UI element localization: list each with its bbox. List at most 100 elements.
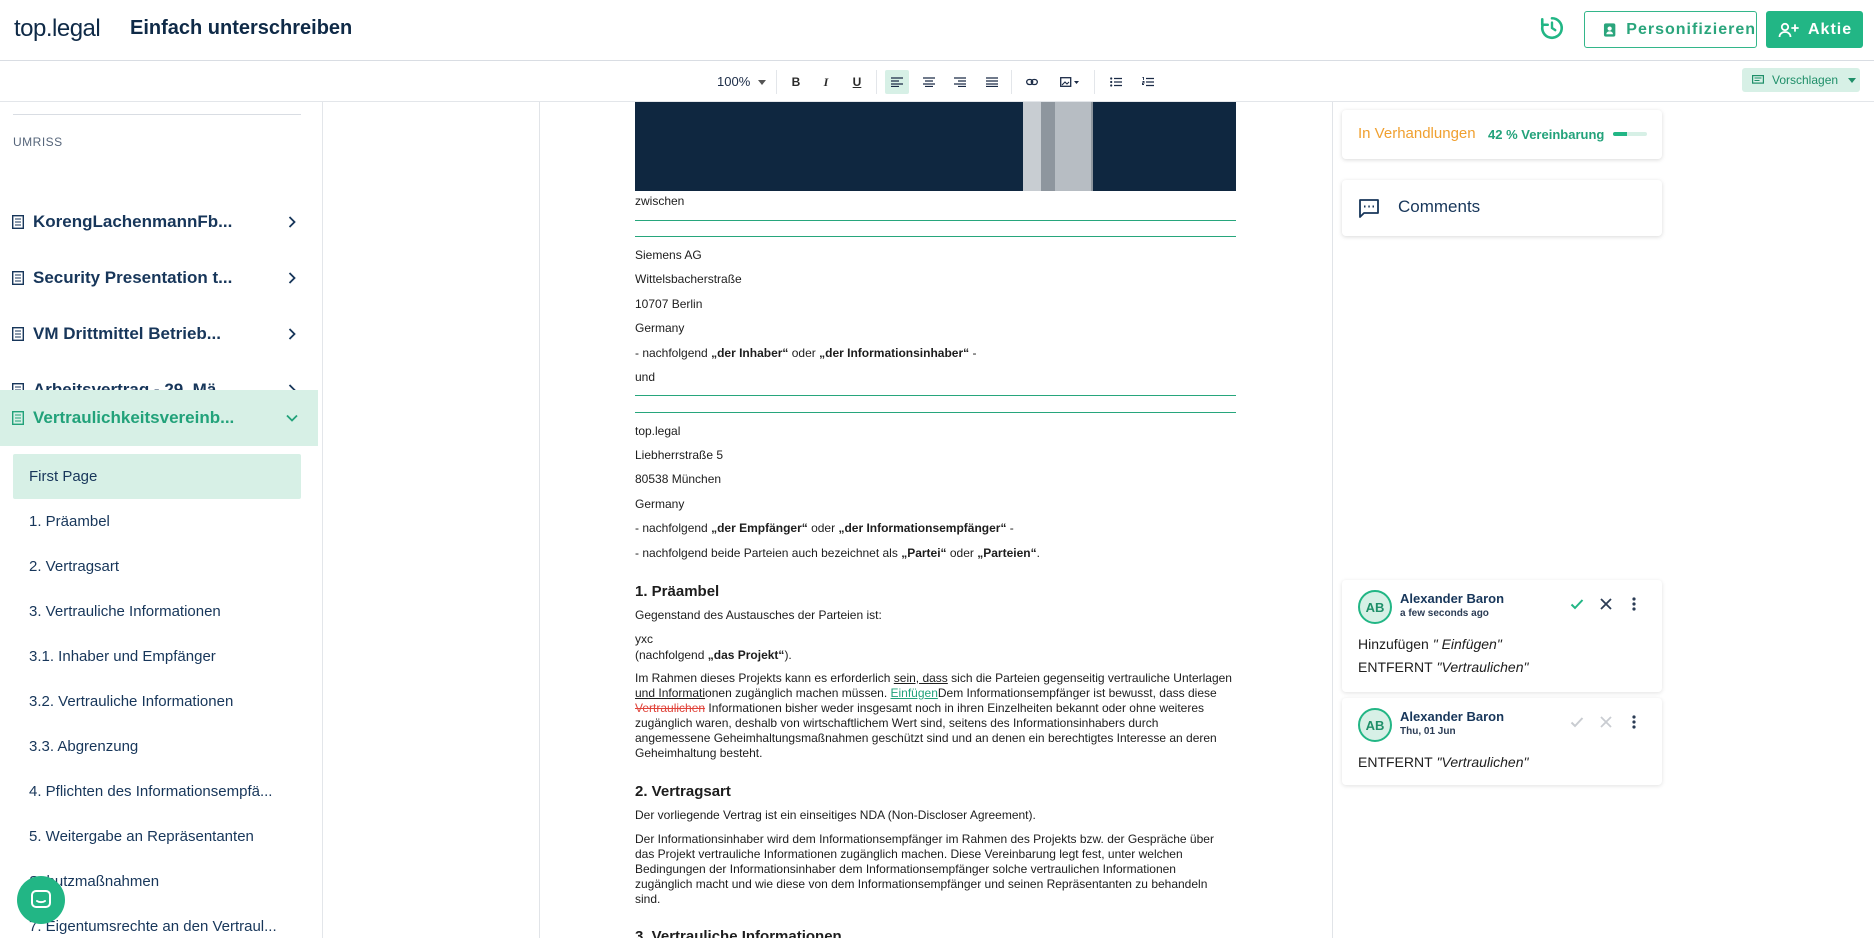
doc-text: yxc: [635, 632, 653, 646]
cover-image-detail: [1055, 102, 1091, 191]
deleted-text[interactable]: Vertraulichen: [635, 701, 705, 715]
align-justify-icon[interactable]: [980, 70, 1004, 94]
contract-type-paragraph[interactable]: Der Informationsinhaber wird dem Informa…: [635, 832, 1236, 907]
reject-close-icon[interactable]: [1598, 714, 1614, 730]
numbered-list-icon[interactable]: [1136, 70, 1160, 94]
add-user-icon: [1778, 22, 1799, 37]
comment-change-line: ENTFERNT "Vertraulichen": [1358, 754, 1529, 770]
underline-icon[interactable]: U: [845, 70, 869, 94]
party1-name[interactable]: Siemens AG: [635, 248, 702, 262]
chat-launcher-button[interactable]: [17, 876, 65, 924]
comment-card[interactable]: AB Alexander Baron Thu, 01 Jun ENTFERNT …: [1342, 698, 1662, 785]
party1-role: - nachfolgend „der Inhaber“ oder „der In…: [635, 346, 977, 360]
toolbar-divider: [1094, 70, 1095, 94]
agreement-progress-fill: [1613, 132, 1628, 136]
toolbar-divider: [876, 70, 877, 94]
comment-edit-icon: [1752, 75, 1764, 84]
preamble-paragraph[interactable]: Im Rahmen dieses Projekts kann es erford…: [635, 671, 1236, 761]
outline-sidebar: UMRISS KorengLachenmannFb... Security Pr…: [0, 102, 323, 938]
bold-icon[interactable]: B: [784, 70, 808, 94]
document-icon: [12, 215, 24, 229]
party1-country[interactable]: Germany: [635, 321, 684, 335]
align-center-icon[interactable]: [917, 70, 941, 94]
avatar: AB: [1358, 708, 1392, 742]
outline-section-item[interactable]: 3.3. Abgrenzung: [13, 724, 301, 769]
document-page: zwischen Siemens AG Wittelsbacherstraße …: [539, 102, 1333, 938]
outline-section-item[interactable]: 3. Vertrauliche Informationen: [13, 589, 301, 634]
outline-section-item[interactable]: 3.1. Inhaber und Empfänger: [13, 634, 301, 679]
party1-city[interactable]: 10707 Berlin: [635, 297, 702, 311]
outline-section-item-active[interactable]: First Page: [13, 454, 301, 499]
top-bar: top.legal Einfach unterschreiben Personi…: [0, 0, 1874, 61]
outline-section-item[interactable]: 1. Präambel: [13, 499, 301, 544]
editor-toolbar: 100% B I U Vorschlagen: [0, 61, 1874, 102]
divider: [13, 114, 301, 115]
section-heading: 1. Präambel: [635, 583, 720, 600]
separator-line: [635, 395, 1236, 396]
align-left-icon[interactable]: [885, 70, 909, 94]
align-right-icon[interactable]: [948, 70, 972, 94]
comment-author: Alexander Baron: [1400, 591, 1505, 606]
accept-check-icon[interactable]: [1569, 596, 1585, 612]
image-insert-icon[interactable]: [1054, 70, 1086, 94]
doc-text: Der vorliegende Vertrag ist ein einseiti…: [635, 808, 1036, 822]
reject-close-icon[interactable]: [1598, 596, 1614, 612]
outline-document-label: KorengLachenmannFb...: [33, 212, 233, 231]
chevron-right-icon: [288, 328, 296, 340]
accept-check-icon[interactable]: [1569, 714, 1585, 730]
parties-definition: - nachfolgend beide Parteien auch bezeic…: [635, 546, 1040, 560]
action-label: Aktie: [1808, 20, 1853, 38]
comment-author: Alexander Baron: [1400, 709, 1505, 724]
comment-card[interactable]: AB Alexander Baron a few seconds ago Hin…: [1342, 580, 1662, 692]
party2-city[interactable]: 80538 München: [635, 472, 721, 486]
suggest-mode-label: Vorschlagen: [1772, 73, 1839, 87]
doc-text: und: [635, 370, 656, 384]
outline-document-label: Vertraulichkeitsvereinb...: [33, 408, 235, 427]
comments-panel-header[interactable]: Comments: [1342, 180, 1662, 236]
avatar: AB: [1358, 590, 1392, 624]
party2-country[interactable]: Germany: [635, 497, 684, 511]
history-icon[interactable]: [1539, 15, 1565, 41]
action-button[interactable]: Aktie: [1766, 11, 1863, 48]
chevron-down-icon: [758, 80, 767, 86]
more-options-icon[interactable]: [1626, 596, 1642, 612]
outline-document-label: Security Presentation t...: [33, 268, 233, 287]
outline-section-item[interactable]: 4. Pflichten des Informationsempfä...: [13, 769, 301, 814]
chevron-down-icon: [286, 414, 298, 422]
comment-change-line: ENTFERNT "Vertraulichen": [1358, 659, 1529, 675]
toolbar-divider: [776, 70, 777, 94]
doc-text: zwischen: [635, 194, 685, 208]
outline-document-item[interactable]: Security Presentation t...: [0, 250, 318, 306]
italic-icon[interactable]: I: [814, 70, 838, 94]
party1-street[interactable]: Wittelsbacherstraße: [635, 272, 742, 286]
bullet-list-icon[interactable]: [1104, 70, 1128, 94]
zoom-select[interactable]: 100%: [717, 74, 767, 89]
more-options-icon[interactable]: [1626, 714, 1642, 730]
outline-heading: UMRISS: [13, 135, 63, 149]
outline-section-item[interactable]: 3.2. Vertrauliche Informationen: [13, 679, 301, 724]
outline-document-label: VM Drittmittel Betrieb...: [33, 324, 221, 343]
separator-line: [635, 220, 1236, 221]
personalize-button[interactable]: Personifizieren: [1584, 11, 1757, 48]
party2-name[interactable]: top.legal: [635, 424, 680, 438]
doc-text: (nachfolgend „das Projekt“).: [635, 648, 792, 662]
agreement-percentage: 42 % Vereinbarung: [1488, 127, 1605, 142]
outline-document-item[interactable]: KorengLachenmannFb...: [0, 194, 318, 250]
outline-section-item[interactable]: 2. Vertragsart: [13, 544, 301, 589]
separator-line: [635, 236, 1236, 237]
party2-role: - nachfolgend „der Empfänger“ oder „der …: [635, 521, 1014, 535]
outline-section-item[interactable]: 5. Weitergabe an Repräsentanten: [13, 814, 301, 859]
zoom-value: 100%: [717, 74, 751, 89]
outline-document-item[interactable]: VM Drittmittel Betrieb...: [0, 306, 318, 362]
inserted-text[interactable]: Einfügen: [891, 686, 938, 700]
suggest-mode-select[interactable]: Vorschlagen: [1742, 68, 1860, 92]
document-icon: [12, 327, 24, 341]
section-heading: 3. Vertrauliche Informationen: [635, 928, 842, 938]
negotiation-status-card: In Verhandlungen 42 % Vereinbarung: [1342, 110, 1662, 159]
party2-street[interactable]: Liebherrstraße 5: [635, 448, 723, 462]
personalize-label: Personifizieren: [1626, 20, 1756, 38]
logo[interactable]: top.legal: [14, 15, 101, 43]
link-icon[interactable]: [1020, 70, 1044, 94]
outline-document-item-active[interactable]: Vertraulichkeitsvereinb...: [0, 390, 318, 446]
section-heading: 2. Vertragsart: [635, 783, 731, 800]
